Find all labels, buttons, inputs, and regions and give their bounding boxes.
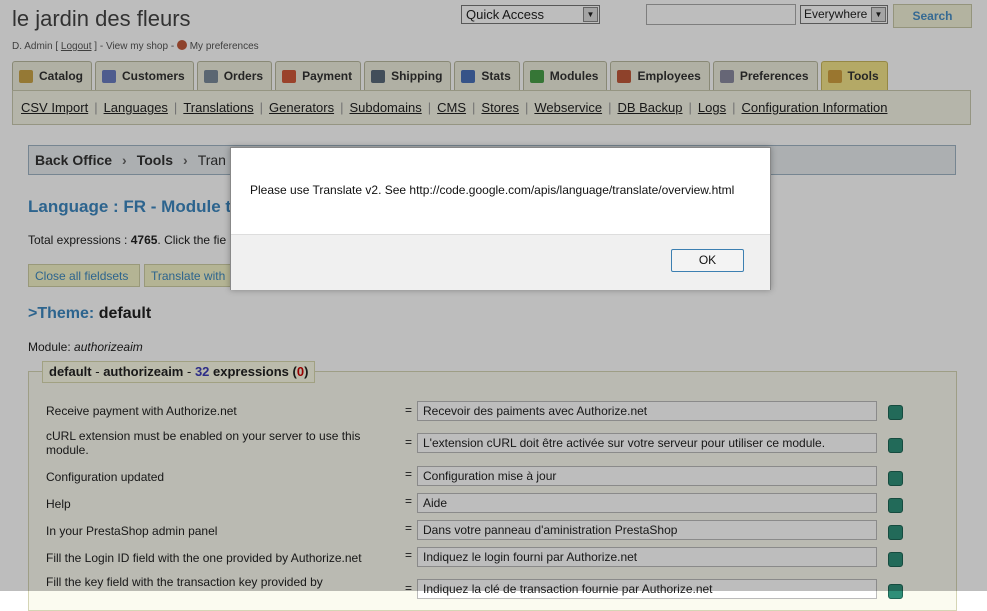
- modal-overlay: [0, 0, 987, 591]
- alert-dialog: Please use Translate v2. See http://code…: [230, 147, 771, 290]
- alert-message: Please use Translate v2. See http://code…: [250, 183, 735, 197]
- ok-button[interactable]: OK: [671, 249, 744, 272]
- alert-footer: OK: [231, 234, 770, 290]
